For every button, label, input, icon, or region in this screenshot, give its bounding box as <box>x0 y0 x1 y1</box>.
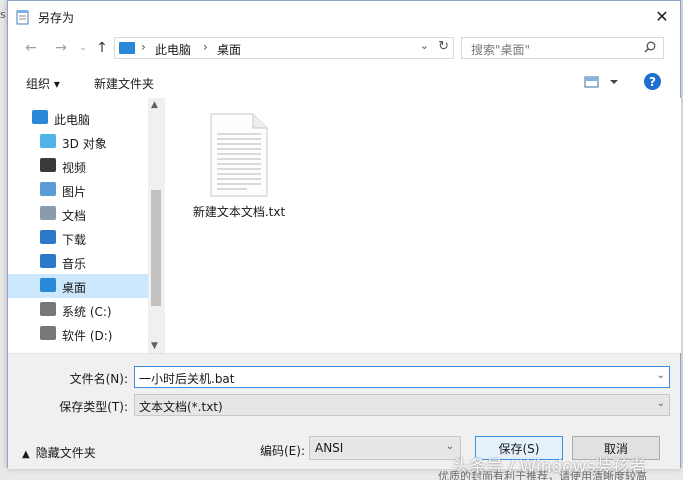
address-row: ← → ⌄ ↑ › 此电脑 › 桌面 ⌄ ↻ 搜索"桌面" <box>8 32 680 64</box>
navigation-pane: 此电脑 3D 对象视频图片文档下载音乐桌面系统 (C:) 软件 (D:) ▲ ▼ <box>8 98 164 353</box>
file-name: 新建文本文档.txt <box>192 205 286 219</box>
sidebar-item-music[interactable]: 音乐 <box>8 250 148 274</box>
refresh-icon[interactable]: ↻ <box>438 39 449 54</box>
music-icon <box>40 254 56 268</box>
desktop-icon <box>40 278 56 292</box>
up-arrow-icon: ↑ <box>96 40 108 56</box>
search-input[interactable]: 搜索"桌面" <box>461 37 664 59</box>
background-caption: 优质的封面有利于推荐，请使用清晰度较高 <box>438 470 647 480</box>
chevron-down-icon: ⌄ <box>445 441 454 452</box>
breadcrumb-this-pc[interactable]: 此电脑 <box>155 41 191 58</box>
search-placeholder: 搜索"桌面" <box>471 43 531 57</box>
change-view-icon[interactable] <box>582 74 622 90</box>
file-list-pane: 新建文本文档.txt <box>164 98 681 353</box>
forward-button[interactable]: → <box>52 39 70 57</box>
sidebar-item-label: 下载 <box>62 233 87 247</box>
pictures-icon <box>40 182 56 196</box>
sidebar-item-desktop[interactable]: 桌面 <box>8 274 148 298</box>
scroll-thumb[interactable] <box>151 190 161 306</box>
sidebar-item-downloads[interactable]: 下载 <box>8 226 148 250</box>
organize-button[interactable]: 组织 ▾ <box>26 75 60 92</box>
title-bar: 另存为 ✕ <box>8 1 680 32</box>
sidebar-item-this-pc[interactable]: 此电脑 <box>8 106 148 130</box>
address-dropdown-icon[interactable]: ⌄ <box>420 39 429 52</box>
close-icon: ✕ <box>655 6 669 26</box>
file-item[interactable]: 新建文本文档.txt <box>189 112 289 220</box>
3d-objects-icon <box>40 134 56 148</box>
sidebar-item-label: 软件 (D:) <box>62 329 113 343</box>
breadcrumb-separator: › <box>141 40 146 54</box>
search-icon <box>644 41 656 53</box>
sidebar-item-drive-c[interactable]: 系统 (C:) <box>8 298 148 322</box>
drive-d-icon <box>40 326 56 340</box>
sidebar-item-label: 图片 <box>62 185 87 199</box>
text-file-icon <box>210 113 268 197</box>
scroll-down-icon[interactable]: ▼ <box>151 341 158 351</box>
new-folder-button[interactable]: 新建文件夹 <box>94 75 154 92</box>
filetype-label: 保存类型(T): <box>59 400 128 414</box>
sidebar-item-videos[interactable]: 视频 <box>8 154 148 178</box>
documents-icon <box>40 206 56 220</box>
filetype-value: 文本文档(*.txt) <box>139 400 223 414</box>
sidebar-item-label: 音乐 <box>62 257 87 271</box>
chevron-up-icon: ▲ <box>22 449 30 460</box>
videos-icon <box>40 158 56 172</box>
breadcrumb-desktop[interactable]: 桌面 <box>217 41 241 58</box>
command-toolbar: 组织 ▾ 新建文件夹 ? <box>8 64 680 98</box>
back-button[interactable]: ← <box>22 39 40 57</box>
forward-arrow-icon: → <box>55 40 67 56</box>
sidebar-item-label: 此电脑 <box>54 113 91 127</box>
hide-folders-toggle[interactable]: ▲ 隐藏文件夹 <box>22 444 96 461</box>
up-button[interactable]: ↑ <box>93 39 111 57</box>
background-window-edge-text: s <box>0 8 6 21</box>
sidebar-item-drive-d[interactable]: 软件 (D:) <box>8 322 148 346</box>
filename-field[interactable]: 一小时后关机.bat ⌄ <box>134 366 670 388</box>
notepad-icon <box>16 10 29 25</box>
nav-scrollbar[interactable]: ▲ ▼ <box>148 98 164 353</box>
recent-locations-button[interactable]: ⌄ <box>74 39 92 57</box>
sidebar-item-documents[interactable]: 文档 <box>8 202 148 226</box>
hide-folders-label: 隐藏文件夹 <box>35 446 96 460</box>
save-as-dialog: 另存为 ✕ ← → ⌄ ↑ › 此电脑 › 桌面 ⌄ ↻ 搜索"桌面" 组织 ▾… <box>7 0 681 469</box>
sidebar-item-label: 系统 (C:) <box>62 305 112 319</box>
window-title: 另存为 <box>38 11 75 25</box>
this-pc-icon <box>119 42 135 54</box>
sidebar-item-label: 桌面 <box>62 281 87 295</box>
encoding-value: ANSI <box>315 441 344 455</box>
address-bar[interactable]: › 此电脑 › 桌面 ⌄ ↻ <box>114 37 454 59</box>
downloads-icon <box>40 230 56 244</box>
sidebar-item-label: 文档 <box>62 209 87 223</box>
chevron-down-icon: ⌄ <box>656 398 665 409</box>
encoding-select[interactable]: ANSI ⌄ <box>309 436 461 460</box>
encoding-label: 编码(E): <box>260 444 305 458</box>
help-button[interactable]: ? <box>644 73 661 90</box>
help-icon: ? <box>649 74 656 89</box>
chevron-down-icon[interactable]: ⌄ <box>657 370 665 381</box>
sidebar-item-pictures[interactable]: 图片 <box>8 178 148 202</box>
chevron-down-icon: ⌄ <box>79 43 87 53</box>
drive-c-icon <box>40 302 56 316</box>
sidebar-item-label: 3D 对象 <box>62 137 107 151</box>
filename-value: 一小时后关机.bat <box>139 372 235 386</box>
sidebar-item-3d-objects[interactable]: 3D 对象 <box>8 130 148 154</box>
this-pc-icon <box>32 110 48 124</box>
sidebar-item-label: 视频 <box>62 161 87 175</box>
breadcrumb-separator: › <box>203 40 208 54</box>
filetype-select[interactable]: 文本文档(*.txt) ⌄ <box>134 394 670 416</box>
scroll-up-icon[interactable]: ▲ <box>151 100 158 110</box>
close-button[interactable]: ✕ <box>650 5 674 27</box>
back-arrow-icon: ← <box>25 40 37 56</box>
filename-label: 文件名(N): <box>69 372 128 386</box>
